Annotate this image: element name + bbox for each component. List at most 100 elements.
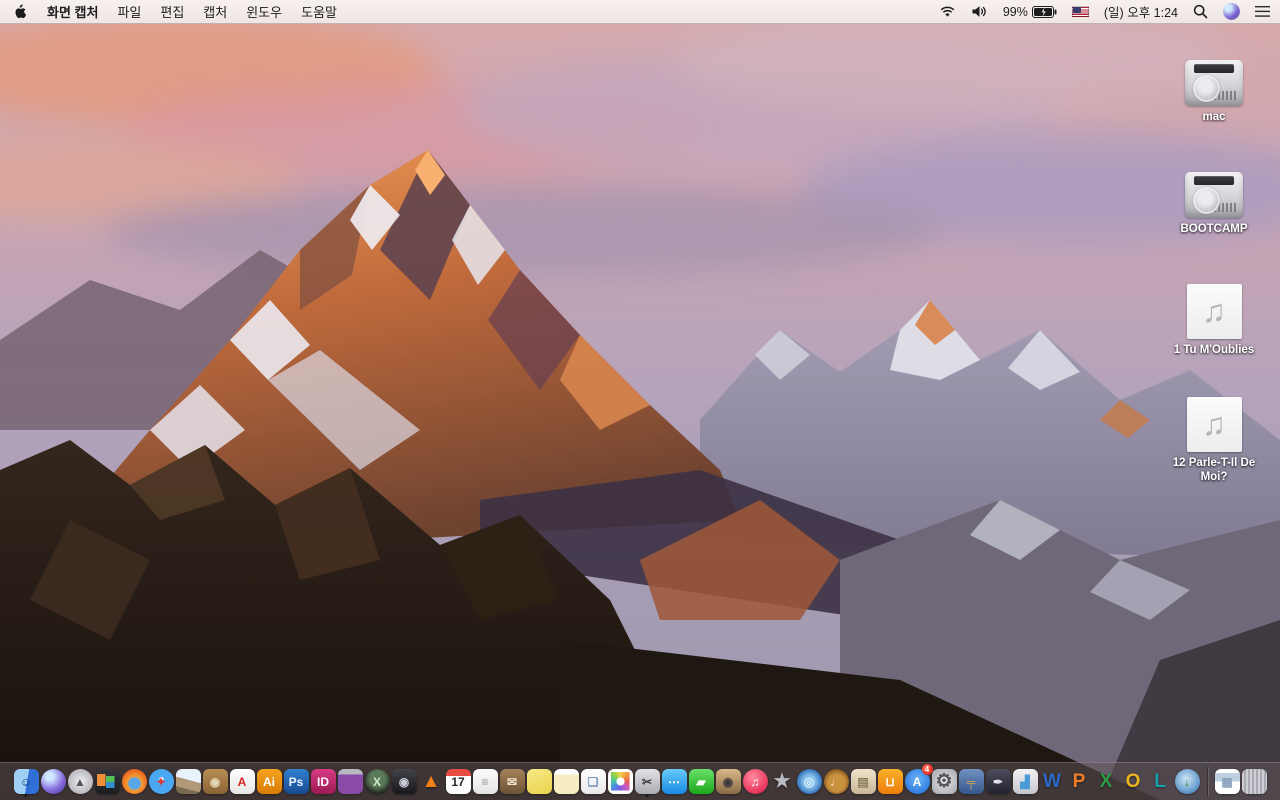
menu-item-도움말[interactable]: 도움말 [301,2,337,21]
dock-launchpad-icon[interactable]: ▲ [67,767,93,796]
active-app-name[interactable]: 화면 캡처 [47,2,98,21]
dock-calendar-icon[interactable]: 17 [445,767,471,796]
dock-photoshop-icon[interactable]: Ps [283,767,309,796]
dock-lync-icon[interactable]: L [1148,767,1173,796]
dock-ibooks-icon[interactable]: ⊔ [877,767,903,796]
dock-keynote-icon[interactable]: ╤ [958,767,984,796]
desktop-icon-12-parle-t-il-de-moi[interactable]: ♫ 12 Parle-T-Il De Moi? [1166,397,1262,485]
dock-vlc-icon[interactable]: ▲ [419,767,444,796]
dock-garageband-icon[interactable]: ♩ [823,767,849,796]
siri-glyph [40,769,66,794]
dvd-player-glyph: ◎ [796,769,822,794]
dock-finder-icon[interactable]: ☺ [13,767,39,797]
dock-pages-icon[interactable]: ✒ [985,767,1011,796]
dock-toast-icon[interactable] [337,767,363,796]
dock-siri-icon[interactable] [40,767,66,796]
dock-preview-icon[interactable] [175,767,201,796]
desktop-icon-label: 12 Parle-T-Il De Moi? [1172,457,1256,484]
word-glyph: W [1043,771,1061,792]
hard-drive-icon [1185,60,1243,106]
menu-bar-clock[interactable]: (일) 오후 1:24 [1104,2,1178,21]
desktop-icon-bootcamp[interactable]: BOOTCAMP [1166,172,1262,236]
siri-icon[interactable] [1223,3,1240,20]
finder-glyph: ☺ [13,769,39,794]
screen-capture-glyph: ✂ [634,769,660,794]
dock-excel-icon[interactable]: X [1094,767,1119,796]
document-file-glyph: ▦ [1214,769,1240,794]
trash-glyph [1241,769,1267,794]
battery-charging-icon[interactable] [1031,5,1057,18]
dock-messages-icon[interactable]: ⋯ [661,767,687,796]
dock-trash-icon[interactable] [1241,767,1267,796]
pages-glyph: ✒ [985,769,1011,794]
newsletter-glyph: ▤ [850,769,876,794]
dock-outlook-icon[interactable]: O [1121,767,1146,796]
facetime-glyph: ▰ [688,769,714,794]
dock-safari-icon[interactable]: ✦ [148,767,174,796]
dock-numbers-icon[interactable]: ▟ [1012,767,1038,796]
garageband-glyph: ♩ [823,769,849,794]
dock-dvd-player-icon[interactable]: ◎ [796,767,822,796]
document-seal-glyph: ❏ [580,769,606,794]
dock-system-preferences-icon[interactable]: ⚙ [931,767,957,796]
dock-mission-control-icon[interactable] [94,767,120,796]
mission-control-glyph [94,769,120,794]
dock-photos-icon[interactable] [607,767,633,796]
menu-item-편집[interactable]: 편집 [160,2,184,21]
dock-drop-box-icon[interactable]: ✉ [499,767,525,796]
dock-reminders-icon[interactable]: ≡ [472,767,498,796]
desktop-icon-1-tu-m-oublies[interactable]: ♫ 1 Tu M'Oublies [1166,284,1262,357]
input-source-us-flag-icon[interactable] [1071,6,1089,17]
volume-icon[interactable] [971,5,988,18]
dock-photo-booth-icon[interactable]: ◉ [715,767,741,796]
dock-illustrator-icon[interactable]: Ai [256,767,282,796]
dock-indesign-icon[interactable]: ID [310,767,336,796]
dock-contacts-icon[interactable]: ◉ [202,767,228,796]
safari-glyph: ✦ [148,769,174,794]
wifi-icon[interactable] [939,5,956,18]
dock-notepad-icon[interactable] [553,767,579,796]
dock-newsletter-icon[interactable]: ▤ [850,767,876,796]
desktop-icon-mac[interactable]: mac [1166,60,1262,124]
dock-x-image-viewer-icon[interactable]: X [364,767,390,796]
dock-document-seal-icon[interactable]: ❏ [580,767,606,796]
dock-facetime-icon[interactable]: ▰ [688,767,714,796]
dock-document-file-icon[interactable]: ▦ [1214,767,1240,796]
stickies-glyph [526,769,552,794]
menu-item-캡처[interactable]: 캡처 [203,2,227,21]
preview-glyph [175,769,201,794]
hard-drive-icon [1185,172,1243,218]
dock-acrobat-icon[interactable]: A [229,767,255,796]
dock-disk-tool-icon[interactable]: ◉ [391,767,417,796]
menu-item-파일[interactable]: 파일 [117,2,141,21]
keynote-glyph: ╤ [958,769,984,794]
dock-imovie-icon[interactable]: ★ [770,767,795,796]
imovie-glyph: ★ [773,771,791,792]
audio-file-icon: ♫ [1186,284,1242,339]
launchpad-glyph: ▲ [67,769,93,794]
desktop-icon-label: BOOTCAMP [1180,223,1248,235]
numbers-glyph: ▟ [1012,769,1038,794]
itunes-glyph: ♫ [742,769,768,794]
spotlight-search-icon[interactable] [1193,4,1208,19]
messages-glyph: ⋯ [661,769,687,794]
photo-booth-glyph: ◉ [715,769,741,794]
dock-stickies-icon[interactable] [526,767,552,796]
desktop-wallpaper [0,0,1280,800]
desktop-icons-area: mac BOOTCAMP ♫ 1 Tu M'Oublies ♫ 12 Parle-T-Il… [1166,24,1262,764]
dock-firefox-icon[interactable] [121,767,147,796]
notification-center-icon[interactable] [1255,6,1270,17]
toast-glyph [337,769,363,794]
dock-screen-capture-icon[interactable]: ✂ [634,767,660,797]
drop-box-glyph: ✉ [499,769,525,794]
dock-itunes-icon[interactable]: ♫ [742,767,768,796]
x-image-viewer-glyph: X [364,769,390,794]
dock-app-store-icon[interactable]: A4 [904,764,933,796]
menu-item-윈도우[interactable]: 윈도우 [246,2,282,21]
globe-downloader-glyph: ↓ [1174,769,1200,794]
dock-word-icon[interactable]: W [1040,767,1065,796]
reminders-glyph: ≡ [472,769,498,794]
apple-menu-icon[interactable] [10,3,28,20]
dock-powerpoint-icon[interactable]: P [1067,767,1092,796]
dock-globe-downloader-icon[interactable]: ↓ [1174,767,1200,796]
